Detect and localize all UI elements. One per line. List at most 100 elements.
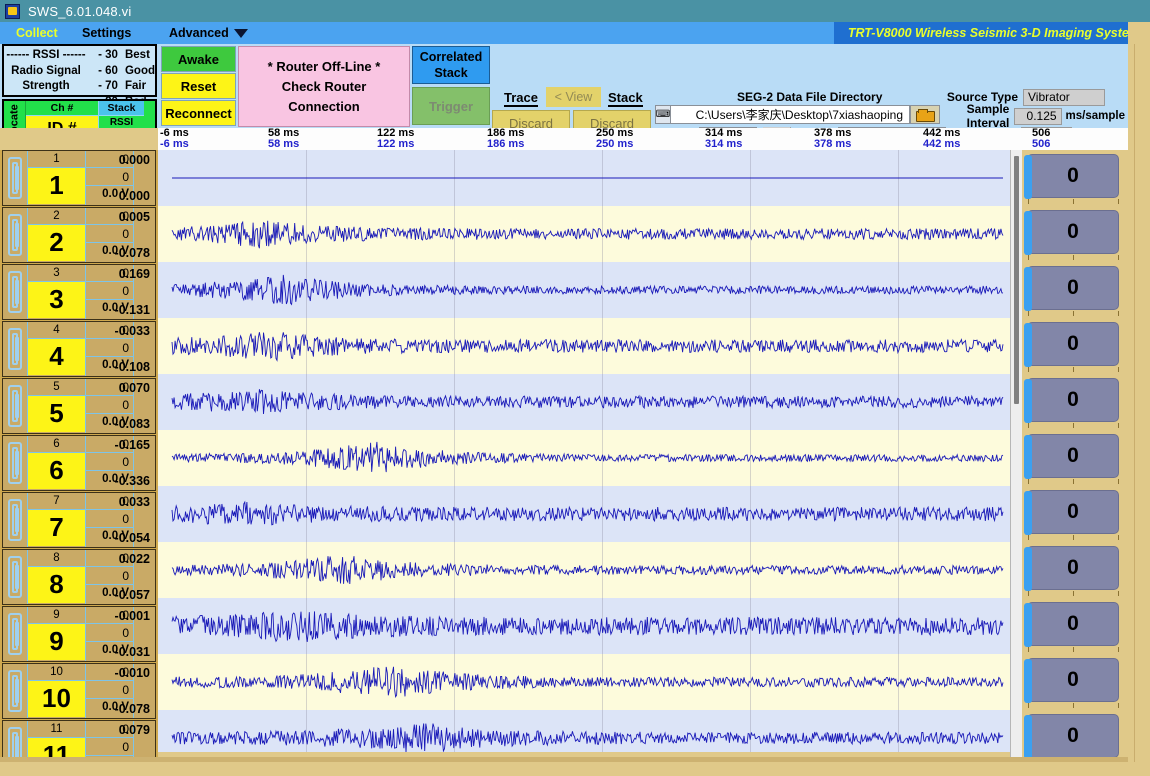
waveform-display[interactable] [158, 150, 1010, 762]
stack-counter[interactable]: 0 [1027, 266, 1119, 310]
locate-geophone-button[interactable] [3, 550, 27, 604]
stack-counter[interactable]: 0 [1027, 490, 1119, 534]
stack-counter[interactable]: 0 [1027, 378, 1119, 422]
reset-button[interactable]: Reset [161, 73, 236, 99]
channel-row[interactable]: 55000.0 V0.070-0.083 [2, 378, 156, 434]
channel-row[interactable]: 66000.0 V-0.165-0.336 [2, 435, 156, 491]
channel-row[interactable]: 88000.0 V0.022-0.057 [2, 549, 156, 605]
menu-item-advanced[interactable]: Advanced [163, 26, 254, 40]
channel-rssi: 0 [86, 567, 133, 585]
channel-value-bottom: -0.054 [115, 531, 150, 545]
waveform-row[interactable] [158, 318, 1010, 374]
stack-tick [1118, 591, 1119, 596]
scrollbar-thumb[interactable] [1014, 156, 1019, 404]
stack-counter-row: 0 [1022, 654, 1128, 710]
waveform-row[interactable] [158, 654, 1010, 710]
channel-id[interactable]: 10 [28, 681, 85, 717]
router-status-warning: * Router Off-Line * Check Router Connect… [238, 46, 410, 127]
stack-tick [1028, 199, 1029, 204]
channel-number: 2 [28, 208, 85, 225]
channel-id[interactable]: 7 [28, 510, 85, 546]
stack-counter-edge [1024, 547, 1032, 591]
stack-counter-value: 0 [1067, 388, 1079, 412]
locate-geophone-button[interactable] [3, 379, 27, 433]
menu-item-settings[interactable]: Settings [76, 26, 137, 40]
stack-tick [1118, 479, 1119, 484]
chevron-down-icon [234, 29, 248, 38]
bottom-bar [0, 762, 1150, 776]
locate-geophone-button[interactable] [3, 151, 27, 205]
stack-counter[interactable]: 0 [1027, 434, 1119, 478]
stack-counter[interactable]: 0 [1027, 154, 1119, 198]
channel-value-bottom: -0.336 [115, 474, 150, 488]
channel-row[interactable]: 11000.0 V0.0000.000 [2, 150, 156, 206]
locate-geophone-button[interactable] [3, 436, 27, 490]
waveform-row[interactable] [158, 598, 1010, 654]
trace-stack-label-group: Trace < View Stack [500, 90, 655, 110]
trigger-button[interactable]: Trigger [412, 87, 490, 125]
stack-tick [1073, 703, 1074, 708]
channel-id[interactable]: 6 [28, 453, 85, 489]
waveform-row[interactable] [158, 486, 1010, 542]
stack-tick [1073, 423, 1074, 428]
channel-row[interactable]: 33000.0 V0.169-0.131 [2, 264, 156, 320]
channel-row[interactable]: 99000.0 V-0.001-0.031 [2, 606, 156, 662]
view-toggle-button[interactable]: < View [546, 87, 601, 107]
channel-row[interactable]: 44000.0 V-0.033-0.108 [2, 321, 156, 377]
channel-row[interactable]: 22000.0 V0.005-0.078 [2, 207, 156, 263]
locate-geophone-button[interactable] [3, 607, 27, 661]
channel-value-top: 0.079 [119, 723, 150, 737]
waveform-vertical-scrollbar[interactable] [1010, 150, 1022, 762]
stack-counter[interactable]: 0 [1027, 714, 1119, 758]
locate-geophone-button[interactable] [3, 208, 27, 262]
channel-value-top: 0.005 [119, 210, 150, 224]
stack-counter[interactable]: 0 [1027, 546, 1119, 590]
rssi-quality: Best [118, 48, 150, 64]
channel-id[interactable]: 9 [28, 624, 85, 660]
channel-id[interactable]: 1 [28, 168, 85, 204]
stack-tick [1028, 591, 1029, 596]
waveform-row[interactable] [158, 206, 1010, 262]
stack-counter[interactable]: 0 [1027, 602, 1119, 646]
channel-rssi: 0 [86, 339, 133, 357]
channel-id[interactable]: 4 [28, 339, 85, 375]
geophone-coil-icon [8, 271, 22, 313]
channel-id[interactable]: 3 [28, 282, 85, 318]
ruler-left-gutter [0, 128, 158, 150]
waveform-row[interactable] [158, 542, 1010, 598]
source-type-value[interactable]: Vibrator [1023, 89, 1105, 106]
channel-row[interactable]: 1010000.0 V-0.010-0.078 [2, 663, 156, 719]
waveform-row[interactable] [158, 262, 1010, 318]
locate-geophone-button[interactable] [3, 265, 27, 319]
channel-id[interactable]: 8 [28, 567, 85, 603]
channel-id[interactable]: 5 [28, 396, 85, 432]
locate-geophone-button[interactable] [3, 493, 27, 547]
correlated-stack-button[interactable]: Correlated Stack [412, 46, 490, 84]
channel-row[interactable]: 77000.0 V0.033-0.054 [2, 492, 156, 548]
seg2-path-input[interactable]: C:\Users\李家庆\Desktop\7xiashaoping [671, 105, 910, 124]
waveform-trace [158, 374, 1010, 430]
menu-item-collect[interactable]: Collect [10, 26, 64, 40]
stack-counter[interactable]: 0 [1027, 322, 1119, 366]
path-browse-icon[interactable]: ⌨ [655, 105, 671, 124]
awake-button[interactable]: Awake [161, 46, 236, 72]
waveform-row[interactable] [158, 430, 1010, 486]
correlated-stack-line1: Correlated [420, 49, 483, 65]
reconnect-button[interactable]: Reconnect [161, 100, 236, 126]
stack-counter[interactable]: 0 [1027, 210, 1119, 254]
waveform-row[interactable] [158, 150, 1010, 206]
correlated-stack-line2: Stack [434, 65, 467, 81]
stack-counter-row: 0 [1022, 374, 1128, 430]
channel-id[interactable]: 2 [28, 225, 85, 261]
channel-row[interactable]: 1111000.0 V0.079-0.014 [2, 720, 156, 762]
stack-counter[interactable]: 0 [1027, 658, 1119, 702]
geophone-coil-icon [8, 670, 22, 712]
sample-interval-value: 0.125 [1014, 108, 1061, 125]
locate-geophone-button[interactable] [3, 664, 27, 718]
waveform-row[interactable] [158, 374, 1010, 430]
locate-geophone-button[interactable] [3, 721, 27, 762]
stack-tick [1118, 255, 1119, 260]
stack-counter-edge [1024, 659, 1032, 703]
locate-geophone-button[interactable] [3, 322, 27, 376]
channel-value-top: 0.000 [119, 153, 150, 167]
